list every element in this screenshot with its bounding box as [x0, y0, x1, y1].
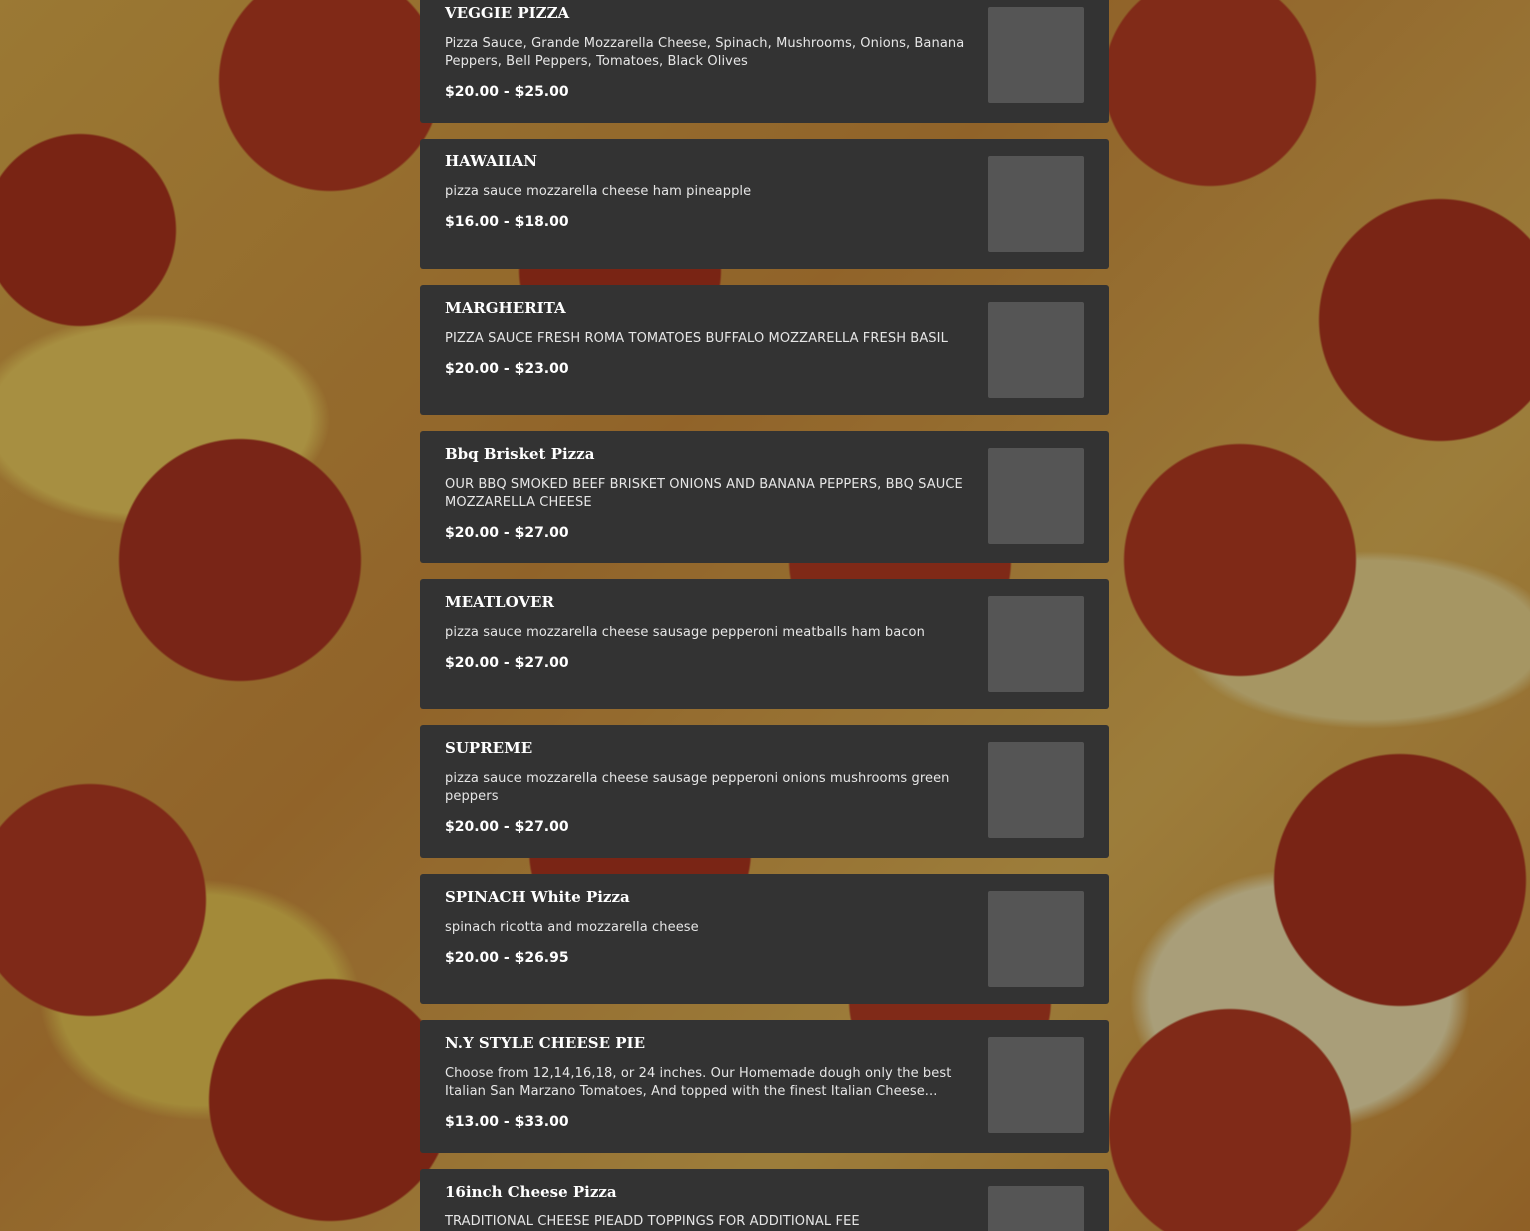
menu-item-text: VEGGIE PIZZA Pizza Sauce, Grande Mozzare… — [445, 3, 975, 102]
menu-item-image[interactable] — [988, 1037, 1084, 1133]
menu-item-name[interactable]: N.Y STYLE CHEESE PIE — [445, 1033, 975, 1053]
menu-item-image[interactable] — [988, 596, 1084, 692]
menu-item-price: $20.00 - $26.95 — [445, 950, 569, 966]
menu-item-text: SUPREME pizza sauce mozzarella cheese sa… — [445, 738, 975, 837]
menu-item-text: SPINACH White Pizza spinach ricotta and … — [445, 887, 975, 968]
menu-item-card[interactable]: Bbq Brisket Pizza OUR BBQ SMOKED BEEF BR… — [420, 431, 1109, 563]
menu-item-price: $16.00 - $18.00 — [445, 214, 569, 230]
menu-item-image[interactable] — [988, 448, 1084, 544]
menu-item-description: OUR BBQ SMOKED BEEF BRISKET ONIONS AND B… — [445, 477, 963, 510]
menu-item-description: pizza sauce mozzarella cheese ham pineap… — [445, 184, 752, 199]
menu-item-name[interactable]: MEATLOVER — [445, 592, 975, 612]
menu-item-price: $20.00 - $25.00 — [445, 84, 569, 100]
menu-item-description: pizza sauce mozzarella cheese sausage pe… — [445, 771, 950, 804]
menu-item-text: Bbq Brisket Pizza OUR BBQ SMOKED BEEF BR… — [445, 444, 975, 543]
menu-item-name[interactable]: 16inch Cheese Pizza — [445, 1182, 975, 1202]
menu-item-text: 16inch Cheese Pizza TRADITIONAL CHEESE P… — [445, 1182, 975, 1231]
menu-item-name[interactable]: Bbq Brisket Pizza — [445, 444, 975, 464]
menu-item-description: pizza sauce mozzarella cheese sausage pe… — [445, 625, 925, 640]
menu-item-image[interactable] — [988, 302, 1084, 398]
menu-item-image[interactable] — [988, 891, 1084, 987]
menu-item-image[interactable] — [988, 7, 1084, 103]
menu-item-card[interactable]: SPINACH White Pizza spinach ricotta and … — [420, 874, 1109, 1004]
menu-item-price: $20.00 - $27.00 — [445, 819, 569, 835]
menu-item-card[interactable]: HAWAIIAN pizza sauce mozzarella cheese h… — [420, 139, 1109, 269]
menu-item-text: MEATLOVER pizza sauce mozzarella cheese … — [445, 592, 975, 673]
menu-item-description: Pizza Sauce, Grande Mozzarella Cheese, S… — [445, 36, 965, 69]
menu-item-image[interactable] — [988, 156, 1084, 252]
menu-item-price: $20.00 - $27.00 — [445, 525, 569, 541]
menu-item-card[interactable]: MEATLOVER pizza sauce mozzarella cheese … — [420, 579, 1109, 709]
menu-item-description: PIZZA SAUCE FRESH ROMA TOMATOES BUFFALO … — [445, 331, 948, 346]
menu-item-name[interactable]: MARGHERITA — [445, 298, 980, 318]
menu-item-card[interactable]: N.Y STYLE CHEESE PIE Choose from 12,14,1… — [420, 1020, 1109, 1153]
menu-item-name[interactable]: SPINACH White Pizza — [445, 887, 975, 907]
menu-item-description: Choose from 12,14,16,18, or 24 inches. O… — [445, 1066, 952, 1099]
menu-item-description: TRADITIONAL CHEESE PIEADD TOPPINGS FOR A… — [445, 1214, 860, 1229]
menu-item-price: $20.00 - $23.00 — [445, 361, 569, 377]
menu-item-text: HAWAIIAN pizza sauce mozzarella cheese h… — [445, 151, 975, 232]
menu-item-text: N.Y STYLE CHEESE PIE Choose from 12,14,1… — [445, 1033, 975, 1132]
menu-item-image[interactable] — [988, 742, 1084, 838]
menu-item-card[interactable]: VEGGIE PIZZA Pizza Sauce, Grande Mozzare… — [420, 0, 1109, 123]
menu-item-name[interactable]: HAWAIIAN — [445, 151, 975, 171]
menu-item-name[interactable]: SUPREME — [445, 738, 975, 758]
menu-item-name[interactable]: VEGGIE PIZZA — [445, 3, 975, 23]
menu-item-text: MARGHERITA PIZZA SAUCE FRESH ROMA TOMATO… — [445, 298, 980, 379]
menu-item-image[interactable] — [988, 1186, 1084, 1231]
menu-item-card[interactable]: SUPREME pizza sauce mozzarella cheese sa… — [420, 725, 1109, 858]
menu-item-price: $20.00 - $27.00 — [445, 655, 569, 671]
menu-item-card[interactable]: 16inch Cheese Pizza TRADITIONAL CHEESE P… — [420, 1169, 1109, 1231]
menu-item-card[interactable]: MARGHERITA PIZZA SAUCE FRESH ROMA TOMATO… — [420, 285, 1109, 415]
menu-item-description: spinach ricotta and mozzarella cheese — [445, 920, 699, 935]
menu-item-price: $13.00 - $33.00 — [445, 1114, 569, 1130]
